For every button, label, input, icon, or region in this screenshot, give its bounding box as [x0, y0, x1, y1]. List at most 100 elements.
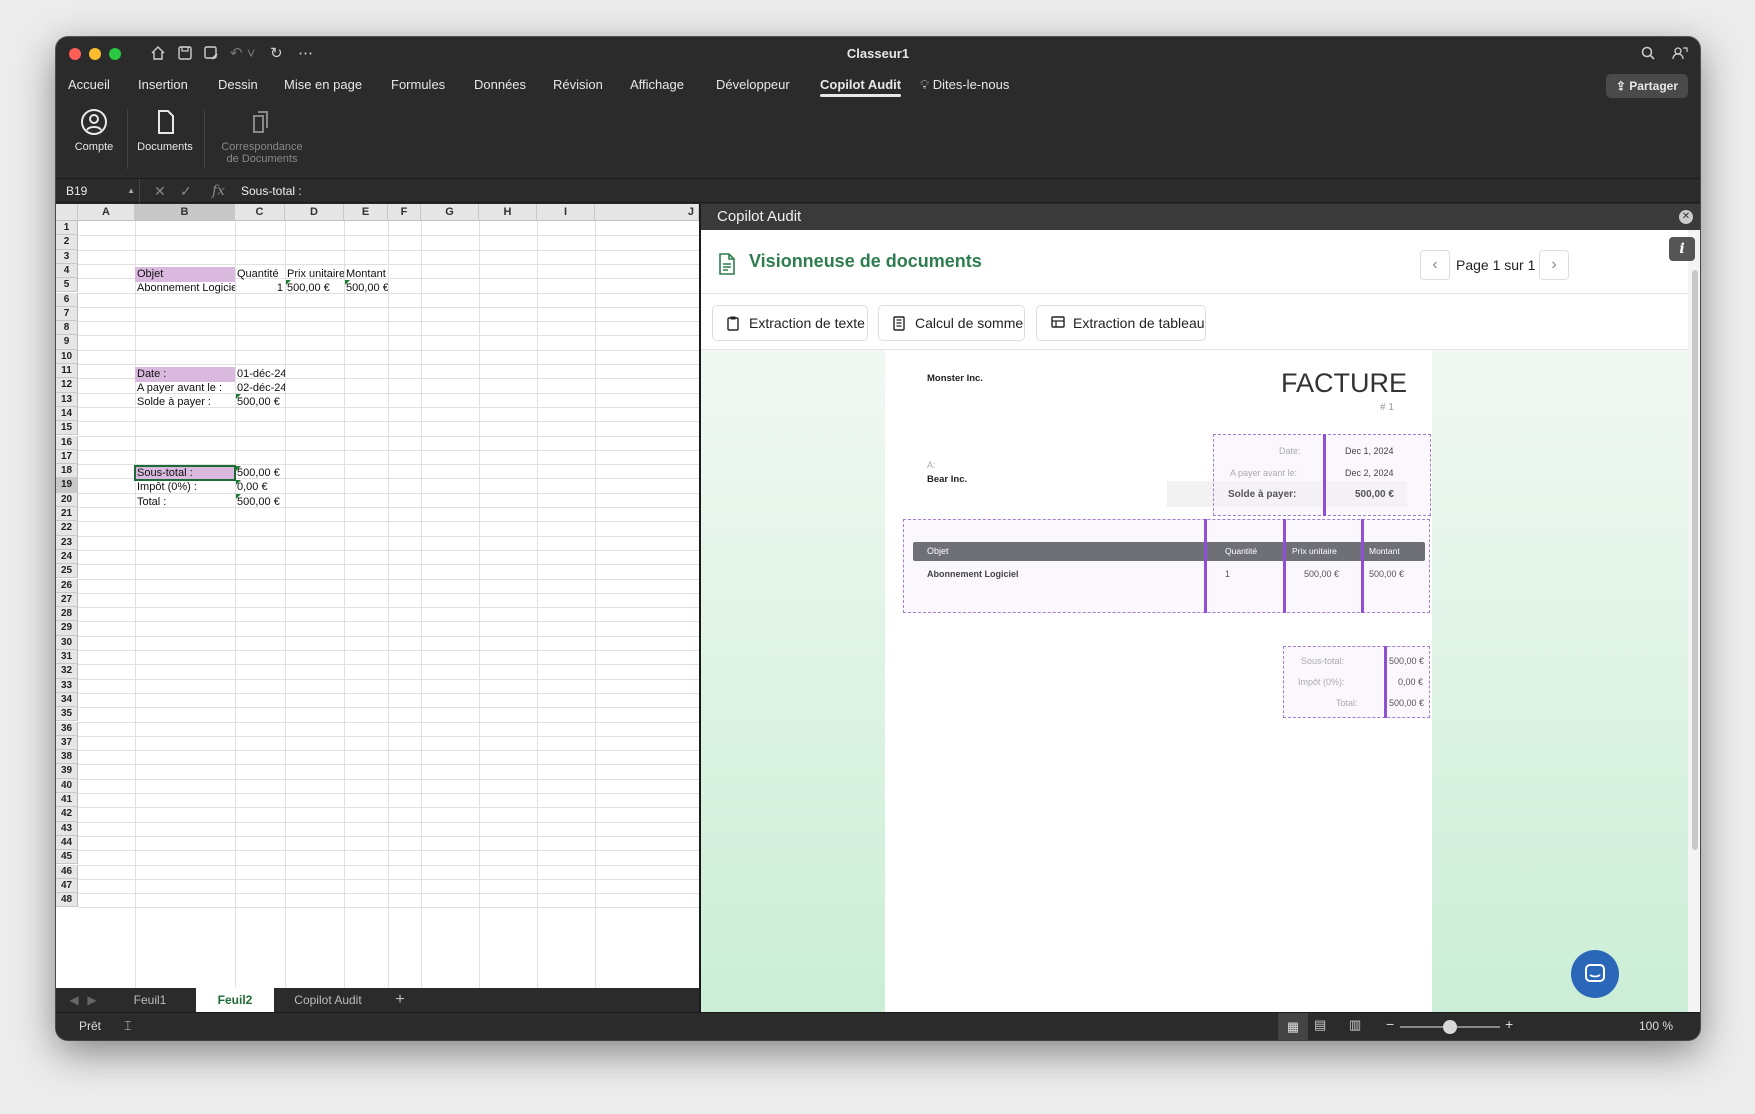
- col-header-i[interactable]: I: [537, 204, 595, 221]
- documents-button[interactable]: Documents: [128, 107, 202, 153]
- row-header-22[interactable]: 22: [56, 521, 78, 536]
- share-button[interactable]: ⇪ Partager: [1605, 74, 1688, 98]
- prev-page-button[interactable]: ‹: [1420, 250, 1450, 280]
- zoom-out-icon[interactable]: −: [1386, 1016, 1394, 1032]
- sheet-tab-feuil2[interactable]: Feuil2: [196, 988, 274, 1012]
- col-header-c[interactable]: C: [235, 204, 285, 221]
- row-header-29[interactable]: 29: [56, 621, 78, 636]
- tab-developpeur[interactable]: Développeur: [716, 77, 790, 92]
- normal-view-icon[interactable]: ▦: [1278, 1013, 1308, 1040]
- tab-insertion[interactable]: Insertion: [138, 77, 188, 92]
- cell-e6[interactable]: 500,00 €: [344, 281, 388, 296]
- tab-revision[interactable]: Révision: [553, 77, 603, 92]
- row-header-6[interactable]: 6: [56, 292, 78, 307]
- add-sheet-button[interactable]: +: [386, 988, 414, 1012]
- formula-input[interactable]: Sous-total :: [241, 179, 302, 203]
- col-header-b[interactable]: B: [135, 204, 235, 221]
- cell-b21[interactable]: Total :: [135, 495, 235, 510]
- tab-mise-en-page[interactable]: Mise en page: [284, 77, 362, 92]
- row-header-47[interactable]: 47: [56, 878, 78, 894]
- zoom-slider-thumb[interactable]: [1443, 1020, 1457, 1034]
- confirm-icon[interactable]: ✓: [180, 179, 192, 203]
- row-header-37[interactable]: 37: [56, 735, 78, 751]
- tell-me-button[interactable]: 💡︎ Dites-le-nous: [920, 77, 1009, 93]
- cell-b13[interactable]: A payer avant le :: [135, 381, 235, 396]
- accessibility-icon[interactable]: ⌶: [124, 1018, 132, 1034]
- row-header-19[interactable]: 19: [56, 478, 78, 493]
- cell-c6[interactable]: 1: [235, 281, 285, 296]
- row-header-28[interactable]: 28: [56, 607, 78, 622]
- row-header-2[interactable]: 2: [56, 235, 78, 250]
- row-header-24[interactable]: 24: [56, 549, 78, 565]
- pane-scrollbar[interactable]: [1688, 230, 1700, 1012]
- row-header-25[interactable]: 25: [56, 564, 78, 579]
- cell-d6[interactable]: 500,00 €: [285, 281, 344, 296]
- page-layout-icon[interactable]: ▤: [1314, 1017, 1326, 1033]
- close-pane-icon[interactable]: ✕: [1679, 210, 1693, 224]
- row-header-3[interactable]: 3: [56, 249, 78, 264]
- zoom-in-icon[interactable]: +: [1505, 1016, 1513, 1032]
- row-header-38[interactable]: 38: [56, 750, 78, 765]
- row-header-9[interactable]: 9: [56, 335, 78, 350]
- select-all-corner[interactable]: [56, 204, 78, 221]
- row-header-32[interactable]: 32: [56, 664, 78, 679]
- row-header-20[interactable]: 20: [56, 492, 78, 507]
- row-header-11[interactable]: 11: [56, 364, 78, 379]
- correspondance-button[interactable]: Correspondance de Documents: [212, 107, 312, 165]
- function-icon[interactable]: fx: [212, 179, 225, 203]
- row-header-44[interactable]: 44: [56, 835, 78, 851]
- page-break-icon[interactable]: ▥: [1349, 1017, 1361, 1033]
- stepper-icon[interactable]: ▲: [127, 179, 135, 203]
- row-header-30[interactable]: 30: [56, 635, 78, 650]
- tab-copilot-audit[interactable]: Copilot Audit: [820, 77, 902, 97]
- row-header-27[interactable]: 27: [56, 592, 78, 608]
- row-header-41[interactable]: 41: [56, 793, 78, 808]
- scrollbar-thumb[interactable]: [1692, 270, 1698, 850]
- tab-accueil[interactable]: Accueil: [68, 77, 110, 92]
- col-header-j[interactable]: J: [595, 204, 699, 221]
- tab-formules[interactable]: Formules: [391, 77, 445, 92]
- row-header-8[interactable]: 8: [56, 321, 78, 336]
- next-sheet-icon[interactable]: ▶: [84, 988, 100, 1012]
- cell-c5[interactable]: Quantité: [235, 267, 285, 282]
- col-header-e[interactable]: E: [344, 204, 388, 221]
- prev-sheet-icon[interactable]: ◀: [66, 988, 82, 1012]
- row-header-33[interactable]: 33: [56, 678, 78, 693]
- spreadsheet-grid[interactable]: A B C D E F G H I J 1 2 3 4 5 6 7 8 9 10 11 12 13 14 1…: [56, 204, 699, 988]
- share-person-icon[interactable]: [1672, 45, 1688, 63]
- cell-c19[interactable]: 500,00 €: [235, 466, 285, 481]
- tab-affichage[interactable]: Affichage: [630, 77, 684, 92]
- row-header-31[interactable]: 31: [56, 650, 78, 665]
- row-header-1[interactable]: 1: [56, 221, 78, 236]
- row-header-7[interactable]: 7: [56, 306, 78, 322]
- col-header-d[interactable]: D: [285, 204, 344, 221]
- row-header-39[interactable]: 39: [56, 764, 78, 779]
- cell-b6[interactable]: Abonnement Logiciel: [135, 281, 235, 296]
- row-header-15[interactable]: 15: [56, 421, 78, 436]
- col-header-f[interactable]: F: [388, 204, 421, 221]
- row-header-40[interactable]: 40: [56, 778, 78, 793]
- cell-c20[interactable]: 0,00 €: [235, 480, 285, 495]
- cell-e5[interactable]: Montant: [344, 267, 388, 282]
- cancel-icon[interactable]: ✕: [154, 179, 166, 203]
- cell-c21[interactable]: 500,00 €: [235, 495, 285, 510]
- row-header-10[interactable]: 10: [56, 349, 78, 364]
- row-header-5[interactable]: 5: [56, 278, 78, 293]
- row-header-14[interactable]: 14: [56, 406, 78, 422]
- items-table-highlight[interactable]: [903, 519, 1430, 613]
- row-header-42[interactable]: 42: [56, 807, 78, 822]
- row-header-43[interactable]: 43: [56, 821, 78, 836]
- search-icon[interactable]: [1640, 45, 1656, 63]
- cell-b20[interactable]: Impôt (0%) :: [135, 480, 235, 495]
- cell-c13[interactable]: 02-déc-24: [235, 381, 285, 396]
- row-header-16[interactable]: 16: [56, 435, 78, 450]
- text-extraction-button[interactable]: Extraction de texte: [712, 305, 868, 341]
- row-header-46[interactable]: 46: [56, 864, 78, 879]
- row-header-18[interactable]: 18: [56, 464, 78, 479]
- row-header-21[interactable]: 21: [56, 507, 78, 522]
- row-header-48[interactable]: 48: [56, 893, 78, 908]
- cell-c12[interactable]: 01-déc-24: [235, 367, 285, 382]
- row-header-35[interactable]: 35: [56, 707, 78, 722]
- tab-dessin[interactable]: Dessin: [218, 77, 258, 92]
- row-header-26[interactable]: 26: [56, 578, 78, 593]
